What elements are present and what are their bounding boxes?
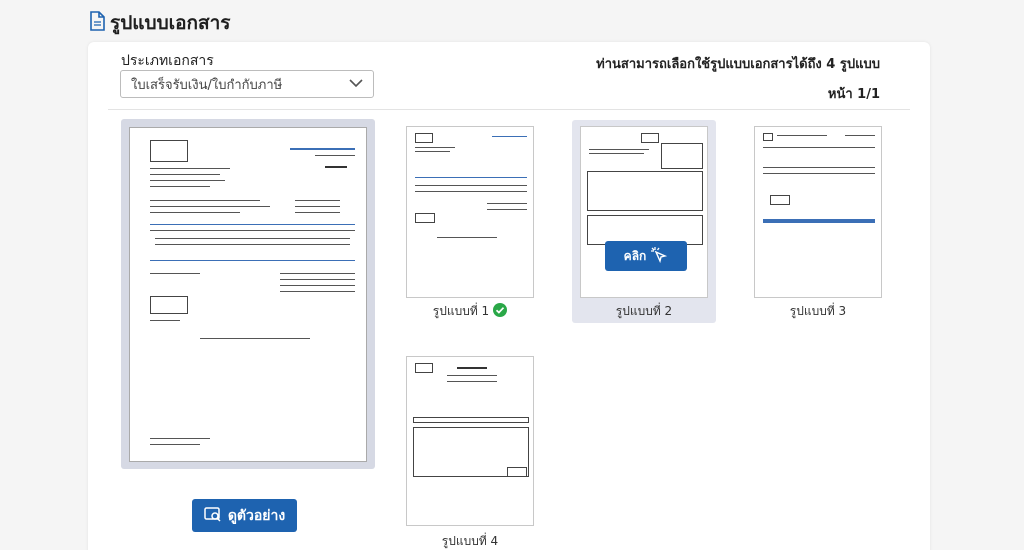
divider xyxy=(108,109,910,110)
document-icon xyxy=(88,10,106,36)
chevron-down-icon xyxy=(349,77,363,92)
template-thumbnail xyxy=(754,126,882,298)
page-title-text: รูปแบบเอกสาร xyxy=(110,12,231,34)
click-hover-overlay[interactable]: คลิก xyxy=(605,241,687,271)
document-preview xyxy=(121,119,375,469)
template-label: รูปแบบที่ 3 xyxy=(789,304,847,318)
template-thumbnail xyxy=(406,126,534,298)
template-label: รูปแบบที่ 4 xyxy=(441,534,499,548)
template-option-3[interactable]: รูปแบบที่ 3 xyxy=(752,126,884,321)
view-sample-label: ดูตัวอย่าง xyxy=(227,507,286,524)
document-type-select[interactable]: ใบเสร็จรับเงิน/ใบกำกับภาษี xyxy=(120,70,374,98)
template-option-1[interactable]: รูปแบบที่ 1 xyxy=(404,126,536,321)
preview-document-image xyxy=(129,127,367,462)
page-title: รูปแบบเอกสาร xyxy=(88,8,231,38)
template-limit-info: ท่านสามารถเลือกใช้รูปแบบเอกสารได้ถึง 4 ร… xyxy=(596,57,880,72)
template-label: รูปแบบที่ 2 xyxy=(615,304,673,318)
page-indicator: หน้า 1/1 xyxy=(827,87,880,102)
cursor-click-icon xyxy=(650,246,668,267)
template-option-4[interactable]: รูปแบบที่ 4 xyxy=(404,356,536,550)
template-thumbnail xyxy=(406,356,534,526)
view-sample-button[interactable]: ดูตัวอย่าง xyxy=(192,499,297,532)
preview-icon xyxy=(204,506,222,526)
template-card: ประเภทเอกสาร ใบเสร็จรับเงิน/ใบกำกับภาษี … xyxy=(88,42,930,550)
check-icon xyxy=(493,303,508,320)
document-type-value: ใบเสร็จรับเงิน/ใบกำกับภาษี xyxy=(131,77,283,93)
template-option-2[interactable]: คลิก รูปแบบที่ 2 xyxy=(572,120,716,323)
template-thumbnail xyxy=(580,126,708,298)
template-label: รูปแบบที่ 1 xyxy=(432,304,490,318)
click-label: คลิก xyxy=(623,248,647,263)
document-type-label: ประเภทเอกสาร xyxy=(121,53,214,69)
